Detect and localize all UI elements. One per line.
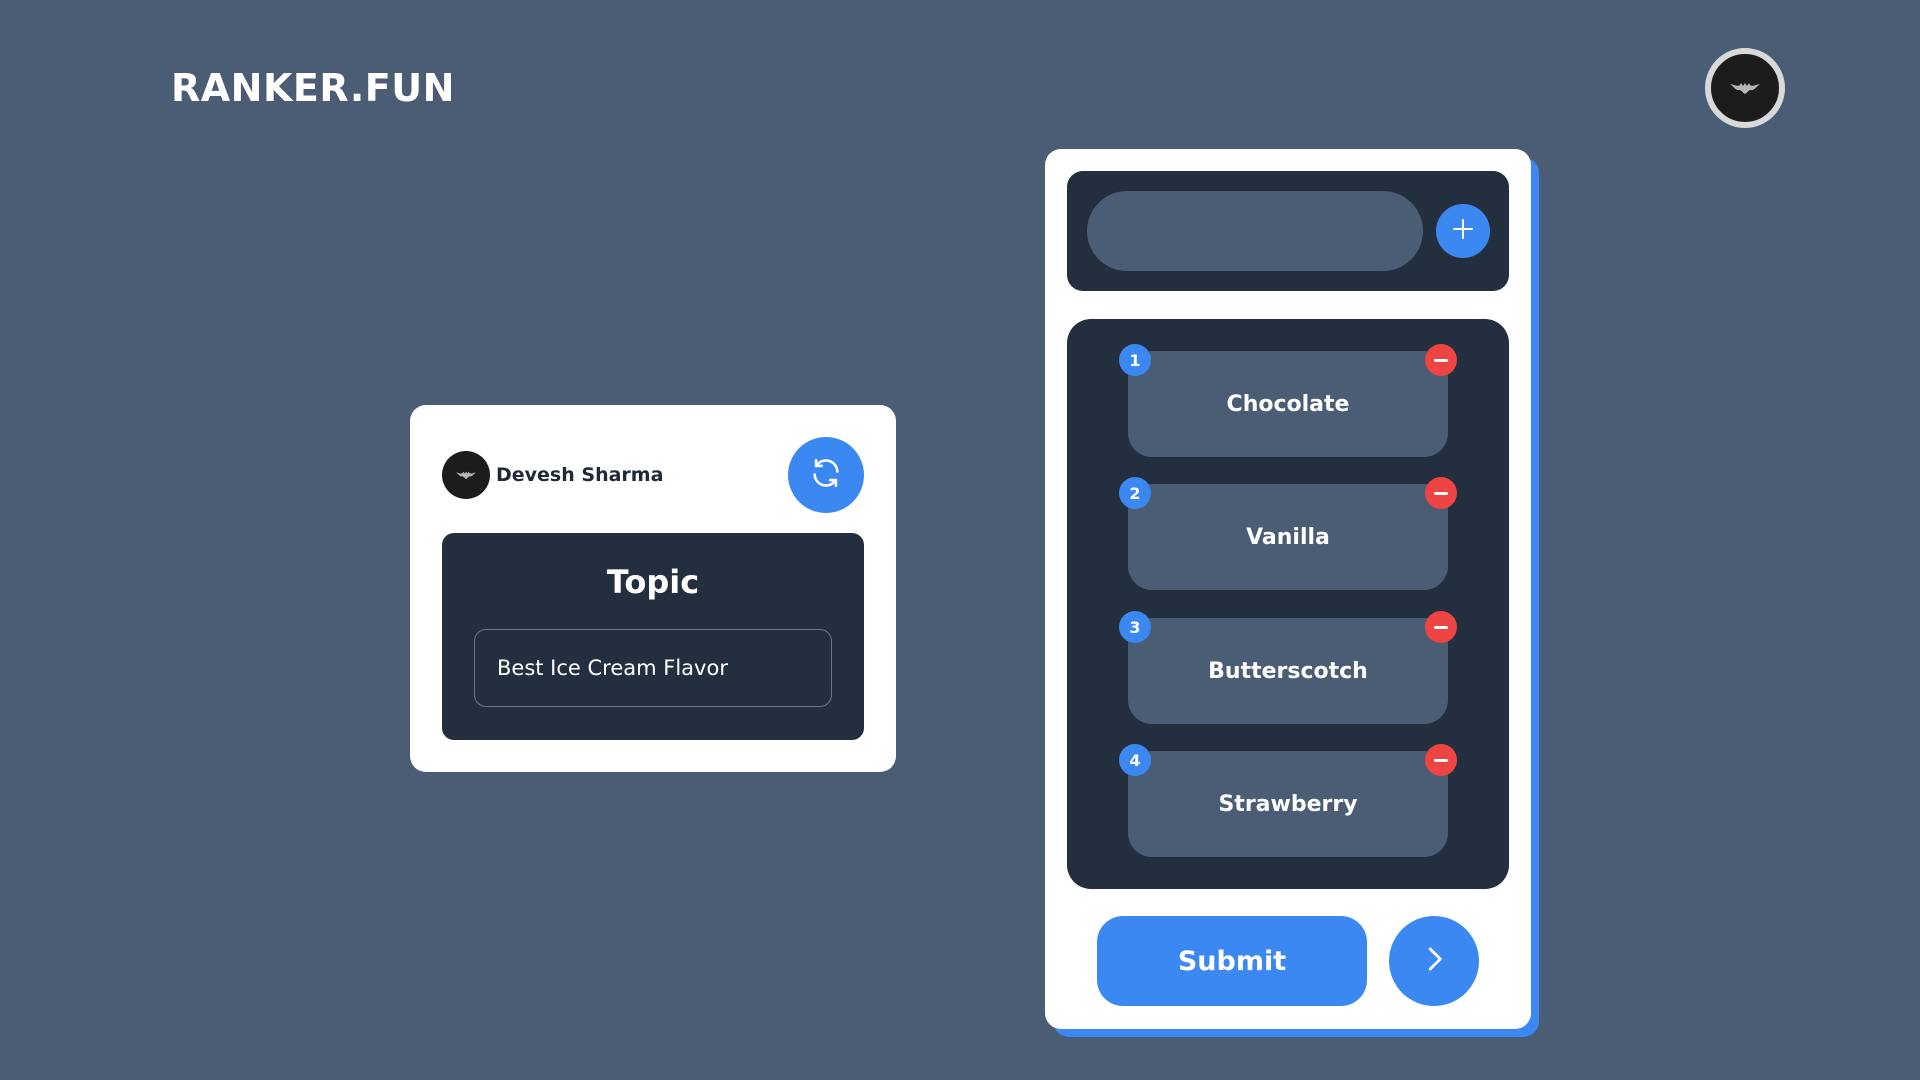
- next-button[interactable]: [1389, 916, 1479, 1006]
- app-logo[interactable]: RANKER.FUN: [171, 66, 455, 110]
- rank-badge: 2: [1119, 477, 1151, 509]
- rank-badge: 3: [1119, 611, 1151, 643]
- topic-section: Topic Best Ice Cream Flavor: [442, 533, 864, 740]
- list-item[interactable]: Chocolate: [1128, 351, 1448, 457]
- topic-heading: Topic: [606, 563, 700, 601]
- minus-icon: [1434, 625, 1448, 629]
- bat-icon: [1730, 82, 1760, 94]
- item-label: Butterscotch: [1208, 658, 1368, 684]
- chevron-right-icon: [1419, 944, 1449, 978]
- refresh-button[interactable]: [788, 437, 864, 513]
- remove-item-button[interactable]: [1425, 611, 1457, 643]
- rank-badge: 4: [1119, 744, 1151, 776]
- item-label: Vanilla: [1246, 524, 1330, 550]
- add-item-button[interactable]: [1436, 204, 1490, 258]
- remove-item-button[interactable]: [1425, 344, 1457, 376]
- list-item[interactable]: Butterscotch: [1128, 618, 1448, 724]
- topic-card: Devesh Sharma Topic Best Ice Cream Flavo…: [410, 405, 896, 772]
- item-label: Chocolate: [1226, 391, 1350, 417]
- rank-badge: 1: [1119, 344, 1151, 376]
- ranking-panel: Chocolate 1 Vanilla 2 Butterscotch 3 Str…: [1045, 149, 1531, 1029]
- bat-icon: [456, 471, 476, 479]
- ranked-list: Chocolate 1 Vanilla 2 Butterscotch 3 Str…: [1067, 319, 1509, 889]
- item-input[interactable]: [1087, 191, 1423, 271]
- minus-icon: [1434, 491, 1448, 495]
- item-label: Strawberry: [1218, 791, 1358, 817]
- add-item-section: [1067, 171, 1509, 291]
- refresh-icon: [809, 456, 843, 494]
- remove-item-button[interactable]: [1425, 744, 1457, 776]
- plus-icon: [1451, 217, 1475, 245]
- list-item[interactable]: Vanilla: [1128, 484, 1448, 590]
- submit-button[interactable]: Submit: [1097, 916, 1367, 1006]
- user-info: Devesh Sharma: [442, 451, 663, 499]
- profile-avatar[interactable]: [1705, 48, 1785, 128]
- remove-item-button[interactable]: [1425, 477, 1457, 509]
- list-item[interactable]: Strawberry: [1128, 751, 1448, 857]
- minus-icon: [1434, 758, 1448, 762]
- user-name: Devesh Sharma: [496, 464, 664, 486]
- minus-icon: [1434, 358, 1448, 362]
- user-avatar: [442, 451, 490, 499]
- topic-field[interactable]: Best Ice Cream Flavor: [474, 629, 832, 707]
